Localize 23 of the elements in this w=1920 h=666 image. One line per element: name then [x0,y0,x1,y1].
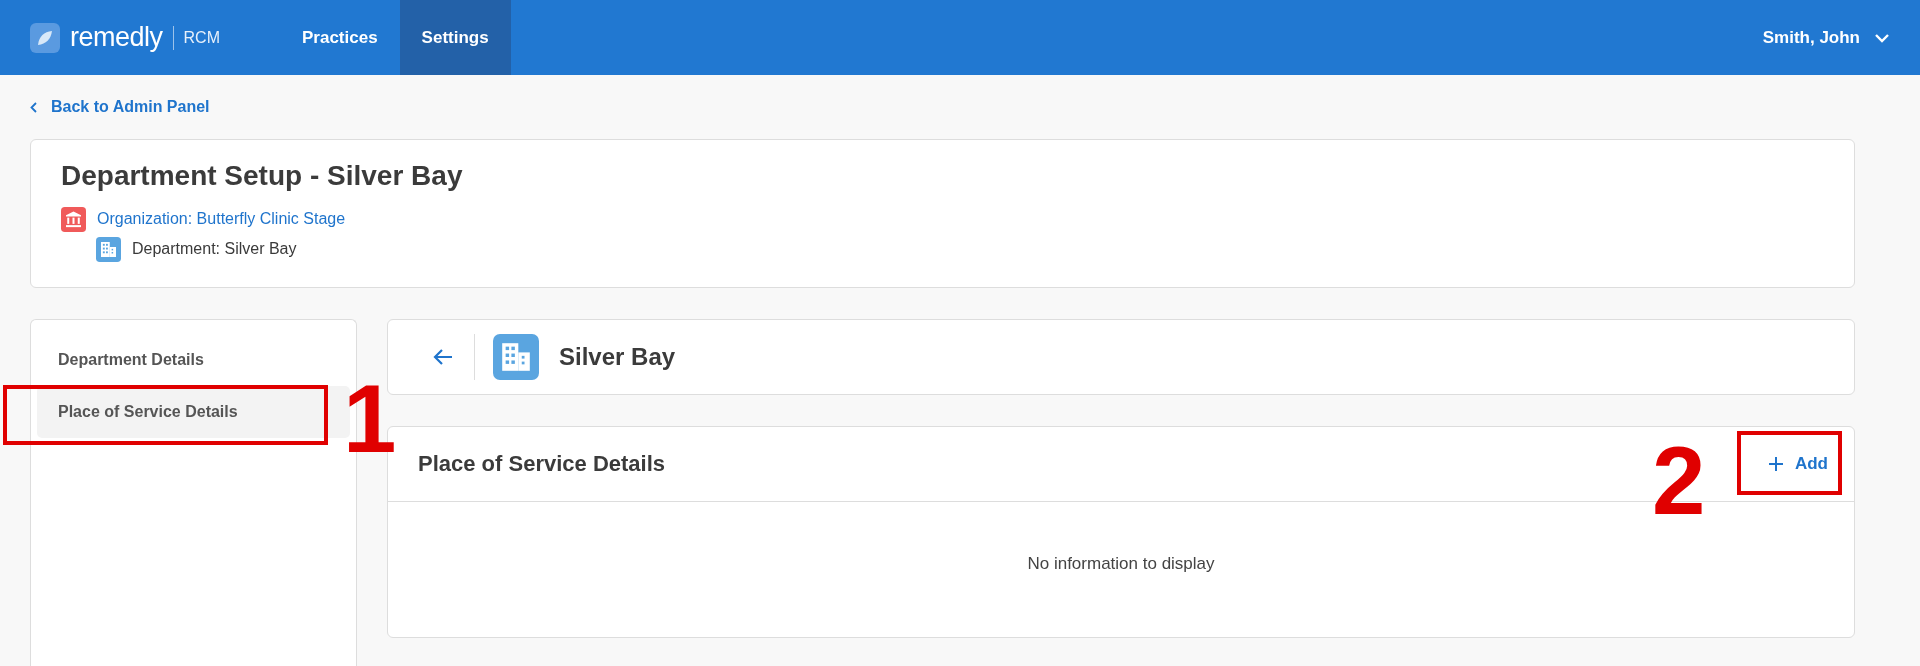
logo-text: remedly [70,22,163,53]
section-title: Place of Service Details [418,451,667,477]
department-label: Department: Silver Bay [132,240,297,258]
building-icon [96,236,121,262]
nav-tab[interactable]: Settings [399,0,511,75]
step-number: 2 [1652,433,1706,529]
nav-tab[interactable]: Practices [279,0,400,75]
empty-message: No information to display [1026,553,1216,574]
chevron-left-icon [30,101,37,113]
building-icon [493,334,539,380]
logo-icon [30,22,60,53]
bank-icon [61,206,86,232]
page-title: Department Setup - Silver Bay [61,160,464,192]
sidebar-item[interactable]: Place of Service Details [37,386,350,438]
detail-title: Silver Bay [559,343,676,371]
organization-link[interactable]: Organization: Butterfly Clinic Stage [97,210,346,228]
back-link[interactable]: Back to Admin Panel [51,98,210,116]
add-button[interactable]: Add [1756,446,1840,482]
product-label: RCM [183,28,220,47]
user-menu[interactable]: Smith, John [1762,27,1890,48]
plus-icon [1768,457,1783,471]
back-arrow-icon[interactable] [432,347,454,367]
chevron-down-icon [1874,32,1890,43]
